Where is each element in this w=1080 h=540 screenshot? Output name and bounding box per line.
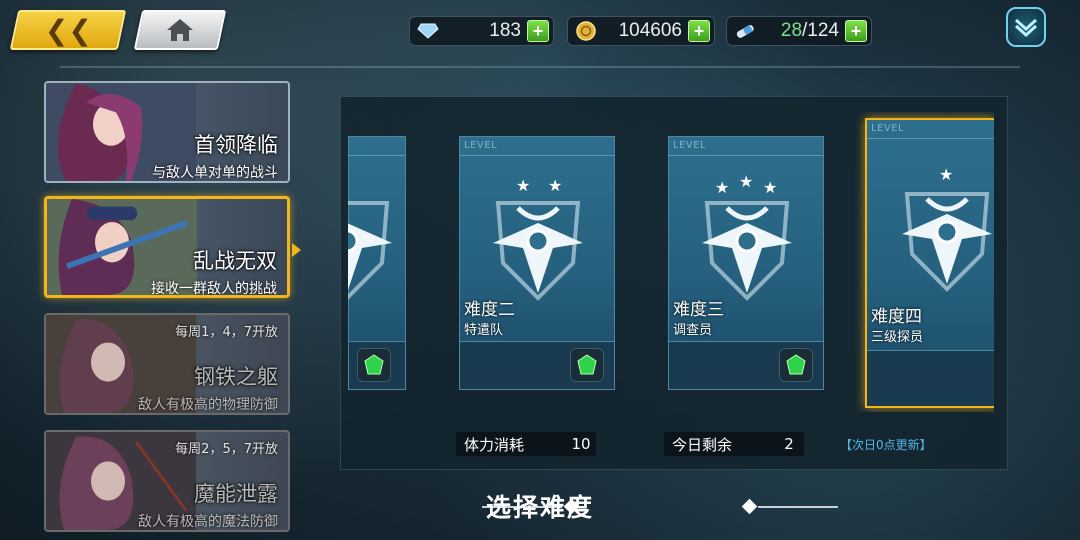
difficulty-name: 难度三 <box>673 300 724 320</box>
level-divider <box>460 155 614 156</box>
svg-text:★: ★ <box>939 165 953 184</box>
gem-reward-slot[interactable] <box>570 348 604 382</box>
green-gem-icon <box>364 354 384 375</box>
level-divider <box>349 155 405 156</box>
header-divider <box>60 66 1020 68</box>
difficulty-emblem-icon: ★ <box>902 165 992 292</box>
refresh-note: 【次日0点更新】 <box>840 438 932 452</box>
svg-text:★: ★ <box>739 173 753 191</box>
remaining-value: 2 <box>784 435 794 453</box>
gem-reward-slot[interactable] <box>357 348 391 382</box>
menu-button[interactable] <box>1006 7 1046 47</box>
svg-text:★: ★ <box>715 178 729 197</box>
diamond-value: 183 <box>489 20 521 41</box>
difficulty-name: 难度二 <box>464 300 515 320</box>
gold-coin-icon <box>574 20 598 42</box>
remaining-today: 今日剩余 2 <box>664 432 804 456</box>
stamina-cost-value: 10 <box>571 435 591 453</box>
add-stamina-button[interactable]: + <box>845 20 867 42</box>
mode-schedule: 每周1，4，7开放 <box>175 325 278 340</box>
mode-description: 敌人有极高的物理防御 <box>138 397 278 413</box>
gold-value: 104606 <box>618 20 682 41</box>
difficulty-emblem-icon <box>348 201 392 300</box>
mode-schedule: 每周2，5，7开放 <box>175 442 278 457</box>
mode-melee-unmatched[interactable]: 乱战无双 接收一群敌人的挑战 <box>44 196 290 298</box>
green-gem-icon <box>786 354 806 375</box>
level-divider <box>867 138 994 139</box>
level-label: LEVEL <box>464 140 498 151</box>
back-button[interactable]: ❮❮ <box>9 10 127 50</box>
difficulty-card-4[interactable]: LEVEL ★ 难度四 三级探员 <box>865 118 994 408</box>
svg-text:★: ★ <box>548 176 562 195</box>
stamina-max: /124 <box>802 20 839 41</box>
home-button[interactable] <box>133 10 227 50</box>
card-footer <box>867 350 994 406</box>
level-label: LEVEL <box>673 140 707 151</box>
difficulty-card-2[interactable]: LEVEL ★ ★ 难度二 特遣队 <box>459 136 615 390</box>
mode-description: 接收一群敌人的挑战 <box>151 281 277 297</box>
difficulty-subtitle: 三级探员 <box>871 330 924 345</box>
mode-title: 钢铁之躯 <box>194 365 278 389</box>
difficulty-emblem-icon: ★ ★ ★ <box>702 173 792 301</box>
difficulty-name: 难度四 <box>871 307 922 327</box>
add-diamond-button[interactable]: + <box>527 20 549 42</box>
mode-description: 与敌人单对单的战斗 <box>152 165 278 181</box>
stamina-current: 28 <box>780 20 803 41</box>
home-icon <box>167 19 193 41</box>
select-difficulty-title: 选择难度 <box>485 493 594 522</box>
difficulty-emblem-icon: ★ ★ <box>493 176 583 301</box>
difficulty-carousel[interactable]: LEVEL ★ ★ 难度二 特遣队 LEVEL ★ ★ ★ 难度三 调查员 LE… <box>348 112 994 412</box>
diamond-icon <box>416 20 440 42</box>
top-bar: ❮❮ 183 + 104606 + 28/124 + <box>0 0 1080 64</box>
stamina-value: 28/124 <box>757 20 839 42</box>
difficulty-subtitle: 调查员 <box>673 323 713 338</box>
gem-reward-slot[interactable] <box>779 348 813 382</box>
card-footer <box>349 341 405 389</box>
gold-counter: 104606 + <box>567 16 715 46</box>
add-gold-button[interactable]: + <box>688 20 710 42</box>
level-label: LEVEL <box>871 123 905 134</box>
mode-title: 乱战无双 <box>193 249 277 273</box>
mode-title: 首领降临 <box>194 133 278 157</box>
selected-indicator-arrow <box>292 243 301 257</box>
card-footer <box>460 341 614 389</box>
chevron-down-icon <box>1014 18 1038 38</box>
stamina-counter: 28/124 + <box>726 16 872 46</box>
difficulty-subtitle: 特遣队 <box>464 323 504 338</box>
stamina-potion-icon <box>733 20 757 42</box>
title-deco-line-right <box>758 506 838 508</box>
difficulty-card-3[interactable]: LEVEL ★ ★ ★ 难度三 调查员 <box>668 136 824 390</box>
stamina-cost: 体力消耗 10 <box>456 432 596 456</box>
back-arrow-icon: ❮❮ <box>44 13 92 47</box>
remaining-label: 今日剩余 <box>672 435 733 454</box>
diamond-counter: 183 + <box>409 16 554 46</box>
green-gem-icon <box>577 354 597 375</box>
svg-text:★: ★ <box>763 178 777 197</box>
mode-boss-arrival[interactable]: 首领降临 与敌人单对单的战斗 <box>44 81 290 183</box>
stamina-cost-label: 体力消耗 <box>464 435 525 454</box>
level-divider <box>669 155 823 156</box>
card-footer <box>669 341 823 389</box>
difficulty-card-1[interactable] <box>348 136 406 390</box>
svg-text:★: ★ <box>516 176 530 195</box>
mode-steel-body[interactable]: 每周1，4，7开放 钢铁之躯 敌人有极高的物理防御 <box>44 313 290 415</box>
